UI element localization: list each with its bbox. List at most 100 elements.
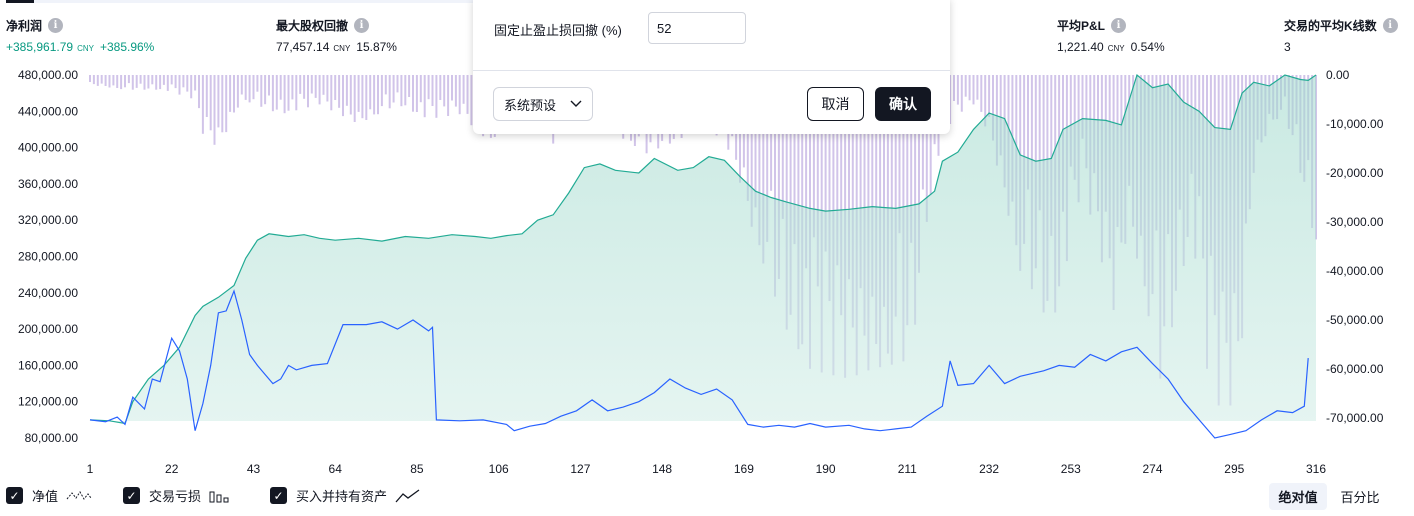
drawdown-bar <box>89 75 91 82</box>
drawdown-bar <box>988 75 991 117</box>
drawdown-bar <box>299 75 302 94</box>
drawdown-bar <box>388 75 391 109</box>
drawdown-bar <box>968 75 971 101</box>
preset-select[interactable]: 系统预设 <box>493 87 593 121</box>
drawdown-bar <box>295 75 298 111</box>
drawdown-bar <box>400 75 403 107</box>
drawdown-bar <box>260 75 263 107</box>
bars-icon <box>209 489 231 503</box>
left-axis-tick: 400,000.00 <box>18 141 78 155</box>
left-axis-tick: 440,000.00 <box>18 104 78 118</box>
drawdown-bar <box>322 75 325 95</box>
drawdown-bar <box>451 75 453 101</box>
legend-buy-hold[interactable]: ✓ 买入并持有资产 <box>270 486 421 505</box>
drawdown-bar <box>314 75 317 98</box>
drawdown-bar <box>318 75 321 105</box>
drawdown-bar <box>248 75 251 103</box>
right-axis-tick: -50,000.00 <box>1326 313 1384 327</box>
drawdown-bar <box>96 75 99 86</box>
drawdown-bar <box>462 75 465 104</box>
wave-icon <box>66 489 92 503</box>
x-axis-tick: 295 <box>1224 462 1244 476</box>
drawdown-bar <box>443 75 446 107</box>
left-axis-tick: 120,000.00 <box>18 395 78 409</box>
drawdown-bar <box>271 75 274 112</box>
drawdown-bar <box>108 75 111 88</box>
drawdown-bar <box>198 75 200 109</box>
info-icon[interactable]: i <box>354 18 370 33</box>
drawdown-bar <box>190 75 193 99</box>
drawdown-bar <box>357 75 360 112</box>
legend-equity[interactable]: ✓ 净值 <box>6 486 92 505</box>
drawdown-bar <box>147 75 150 89</box>
metric-avg-bars: 交易的平均K线数 i 3 <box>1284 17 1398 54</box>
drawdown-bar <box>162 75 165 85</box>
drawdown-bar <box>205 75 208 117</box>
metric-value: +385,961.79 <box>6 40 74 54</box>
drawdown-bar <box>408 75 411 97</box>
drawdown-bar <box>209 75 212 131</box>
checkbox-checked-icon[interactable]: ✓ <box>270 487 287 504</box>
drawdown-input[interactable] <box>648 12 746 44</box>
drawdown-bar <box>233 75 235 113</box>
x-axis-tick: 1 <box>87 462 94 476</box>
checkbox-checked-icon[interactable]: ✓ <box>123 487 140 504</box>
popup-divider <box>473 70 950 71</box>
cancel-button[interactable]: 取消 <box>807 87 864 121</box>
x-axis-tick: 127 <box>570 462 590 476</box>
drawdown-bar <box>377 75 379 115</box>
drawdown-bar <box>139 75 142 84</box>
drawdown-bar <box>182 75 185 88</box>
right-axis-tick: -40,000.00 <box>1326 264 1384 278</box>
info-icon[interactable]: i <box>1382 18 1398 33</box>
info-icon[interactable]: i <box>48 18 64 33</box>
metric-label: 最大股权回撤 <box>276 19 349 33</box>
drawdown-bar <box>415 75 418 112</box>
drawdown-bar <box>151 75 154 85</box>
info-icon[interactable]: i <box>1111 18 1127 33</box>
drawdown-bar <box>303 75 306 99</box>
drawdown-bar <box>349 75 352 115</box>
right-axis-tick: 0.00 <box>1326 68 1350 82</box>
drawdown-bar <box>194 75 197 91</box>
drawdown-bar <box>412 75 414 112</box>
drawdown-bar <box>229 75 232 112</box>
x-axis-tick: 169 <box>734 462 754 476</box>
toggle-absolute[interactable]: 绝对值 <box>1269 483 1327 510</box>
right-axis-tick: -20,000.00 <box>1326 166 1384 180</box>
metric-percent: 15.87% <box>356 40 397 54</box>
metric-unit: CNY <box>77 44 94 53</box>
drawdown-bar <box>447 75 450 116</box>
drawdown-bar <box>100 75 103 84</box>
drawdown-bar <box>404 75 407 106</box>
left-axis-tick: 240,000.00 <box>18 286 78 300</box>
drawdown-bar <box>287 75 290 111</box>
drawdown-bar <box>334 75 337 100</box>
drawdown-bar <box>217 75 220 128</box>
metric-unit: CNY <box>1107 44 1125 53</box>
x-axis-tick: 190 <box>816 462 836 476</box>
drawdown-bar <box>307 75 309 108</box>
checkbox-checked-icon[interactable]: ✓ <box>6 487 23 504</box>
drawdown-bar <box>159 75 162 90</box>
x-axis-tick: 148 <box>652 462 672 476</box>
confirm-button[interactable]: 确认 <box>875 87 931 121</box>
right-axis-tick: -30,000.00 <box>1326 215 1384 229</box>
toggle-percent[interactable]: 百分比 <box>1332 483 1388 510</box>
metric-label: 净利润 <box>6 19 43 33</box>
metric-max-drawdown: 最大股权回撤 i 77,457.14 CNY 15.87% <box>276 17 397 54</box>
metric-label: 平均P&L <box>1057 19 1106 33</box>
drawdown-bar <box>439 75 442 100</box>
drawdown-bar <box>435 75 438 118</box>
legend-trade-loss[interactable]: ✓ 交易亏损 <box>123 486 231 505</box>
left-axis-tick: 320,000.00 <box>18 213 78 227</box>
left-axis-tick: 280,000.00 <box>18 250 78 264</box>
drawdown-bar <box>252 75 255 100</box>
drawdown-bar <box>345 75 348 106</box>
drawdown-bar <box>980 75 983 112</box>
chevron-down-icon <box>570 100 582 107</box>
legend-label: 净值 <box>32 489 59 504</box>
drawdown-bar <box>178 75 181 95</box>
drawdown-bar <box>244 75 247 100</box>
drawdown-bar <box>423 75 426 118</box>
